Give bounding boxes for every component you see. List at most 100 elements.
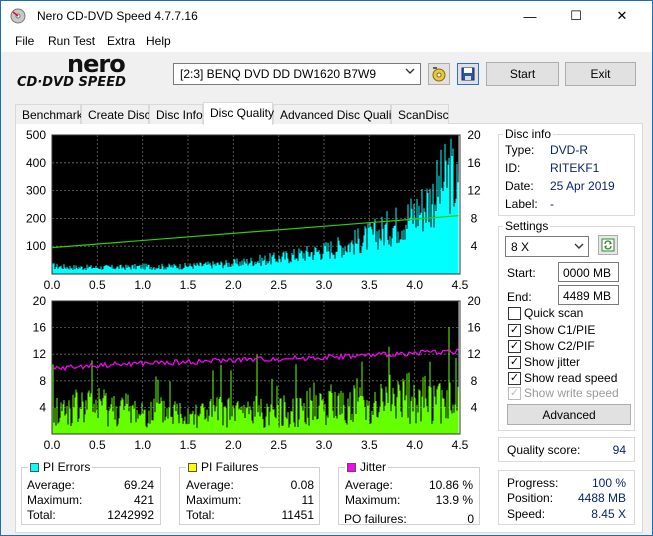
check-icon: ✓: [508, 386, 521, 400]
quality-score-value: 94: [612, 443, 626, 457]
position-value: 4488 MB: [577, 491, 626, 505]
refresh-speed-button[interactable]: [598, 235, 618, 255]
settings-title: Settings: [503, 219, 551, 233]
advanced-button[interactable]: Advanced: [507, 404, 631, 425]
x-tick-label: 2.0: [225, 278, 242, 292]
show-c2-checkbox[interactable]: ✓ Show C2/PIF: [508, 339, 595, 353]
quick-scan-checkbox[interactable]: Quick scan: [508, 306, 583, 320]
check-icon: ✓: [508, 355, 521, 369]
disc-label: -: [550, 197, 554, 211]
pi-errors-total: 1242992: [107, 508, 154, 522]
show-write-speed-checkbox[interactable]: ✓ Show write speed: [508, 386, 619, 400]
close-button[interactable]: ✕: [599, 1, 645, 31]
y-left-tick-label: 200: [26, 211, 46, 225]
disc-id: RITEKF1: [550, 161, 600, 175]
maximize-button[interactable]: ☐: [553, 1, 599, 31]
disc-date-label: Date:: [505, 179, 534, 193]
y-right-tick-label: 8: [471, 374, 478, 388]
y-right-tick-label: 12: [467, 347, 481, 361]
check-icon: ✓: [508, 371, 521, 385]
y-left-tick-label: 4: [39, 400, 46, 414]
y-left-tick-label: 100: [26, 239, 46, 253]
menu-bar: File Run Test Extra Help: [1, 31, 652, 52]
y-right-tick-label: 20: [467, 294, 481, 308]
x-tick-label: 4.5: [452, 278, 469, 292]
pi-errors-average: 69.24: [123, 478, 154, 492]
refresh-icon: [601, 238, 615, 252]
drive-select[interactable]: [2:3] BENQ DVD DD DW1620 B7W9: [173, 63, 421, 85]
disc-date: 25 Apr 2019: [550, 179, 615, 193]
tab-disc-info[interactable]: Disc Info: [149, 104, 203, 124]
pi-failures-total: 11451: [281, 508, 314, 522]
logo-speed-text: CD·DVD SPEED: [17, 75, 126, 90]
pi-failures-jitter-chart: 0.0 0.5 1.0 1.5 2.0 2.5 3.0 3.5 4.0 4.5 20 16 12 8 4 20…: [33, 294, 481, 452]
x-tick-label: 2.0: [225, 438, 242, 452]
show-read-speed-checkbox[interactable]: ✓ Show read speed: [508, 371, 617, 385]
end-label: End:: [507, 290, 532, 304]
show-jitter-checkbox[interactable]: ✓ Show jitter: [508, 355, 580, 369]
pi-errors-total-label: Total:: [27, 508, 56, 522]
jitter-group-title: Jitter: [345, 460, 389, 474]
pi-errors-group-title: PI Errors: [28, 460, 93, 474]
tab-disc-quality[interactable]: Disc Quality: [203, 102, 274, 125]
speed-select[interactable]: 8 X: [505, 236, 589, 257]
pi-failures-group: PI Failures Average: 0.08 Maximum: 11 To…: [179, 460, 320, 525]
show-c1-label: Show C1/PIE: [524, 323, 596, 337]
pi-errors-chart: 0.0 0.5 1.0 1.5 2.0 2.5 3.0 3.5 4.0 4.5 500 400 300 2…: [26, 128, 481, 292]
pi-failures-group-title: PI Failures: [186, 460, 261, 474]
tab-create-disc[interactable]: Create Disc: [81, 104, 151, 124]
jitter-average: 10.86 %: [428, 478, 473, 492]
position-label: Position:: [507, 491, 554, 505]
x-tick-label: 1.5: [180, 438, 197, 452]
y-right-tick-label: 4: [471, 239, 478, 253]
pi-errors-maximum-label: Maximum:: [27, 493, 83, 507]
menu-help[interactable]: Help: [146, 34, 171, 48]
x-tick-label: 3.0: [316, 278, 333, 292]
x-tick-label: 4.5: [452, 438, 469, 452]
check-icon: ✓: [508, 323, 521, 337]
exit-button[interactable]: Exit: [565, 62, 636, 86]
pi-failures-maximum-label: Maximum:: [186, 493, 242, 507]
app-icon: [10, 8, 26, 24]
check-icon: ✓: [508, 339, 521, 353]
progress-value: 100 %: [591, 476, 626, 490]
jitter-title: Jitter: [360, 460, 387, 474]
start-label: Start:: [507, 266, 536, 280]
eject-icon: [432, 67, 446, 82]
jitter-average-label: Average:: [345, 478, 393, 492]
pi-errors-title: PI Errors: [43, 460, 91, 474]
x-tick-label: 4.0: [406, 438, 423, 452]
close-icon: ✕: [616, 8, 628, 23]
disc-id-label: ID:: [505, 161, 521, 175]
tab-advanced-disc-quality[interactable]: Advanced Disc Quality: [273, 104, 401, 124]
logo-nero-text: nero: [67, 50, 126, 78]
show-c1-checkbox[interactable]: ✓ Show C1/PIE: [508, 323, 595, 337]
eject-button[interactable]: [428, 63, 450, 85]
tab-benchmark[interactable]: Benchmark: [15, 104, 83, 124]
start-button[interactable]: Start: [486, 62, 559, 86]
x-tick-label: 2.5: [270, 438, 287, 452]
y-right-tick-label: 20: [467, 128, 481, 142]
menu-file[interactable]: File: [15, 34, 34, 48]
save-button[interactable]: [457, 63, 479, 85]
y-left-tick-label: 300: [26, 184, 46, 198]
disc-type-label: Type:: [505, 143, 535, 157]
quality-score-label: Quality score:: [507, 443, 581, 457]
y-left-tick-label: 400: [26, 156, 46, 170]
maximize-icon: ☐: [570, 8, 582, 23]
start-input[interactable]: 0000 MB: [558, 262, 619, 282]
pi-errors-swatch: [30, 462, 39, 472]
end-input[interactable]: 4489 MB: [558, 285, 619, 305]
menu-run-test[interactable]: Run Test: [48, 34, 95, 48]
jitter-maximum-label: Maximum:: [345, 493, 401, 507]
minimize-button[interactable]: —: [507, 1, 553, 31]
show-c2-label: Show C2/PIF: [524, 339, 595, 353]
y-left-tick-label: 8: [39, 374, 46, 388]
title-bar: Nero CD-DVD Speed 4.7.7.16 — ☐ ✕: [1, 1, 652, 31]
tab-scandisc[interactable]: ScanDisc: [391, 104, 449, 124]
quick-scan-box: [508, 306, 521, 320]
window-title: Nero CD-DVD Speed 4.7.7.16: [37, 9, 198, 23]
pi-errors-group: PI Errors Average: 69.24 Maximum: 421 To…: [21, 460, 161, 525]
menu-extra[interactable]: Extra: [107, 34, 135, 48]
charts-area: 0.0 0.5 1.0 1.5 2.0 2.5 3.0 3.5 4.0 4.5 500 400 300 2…: [26, 128, 481, 452]
